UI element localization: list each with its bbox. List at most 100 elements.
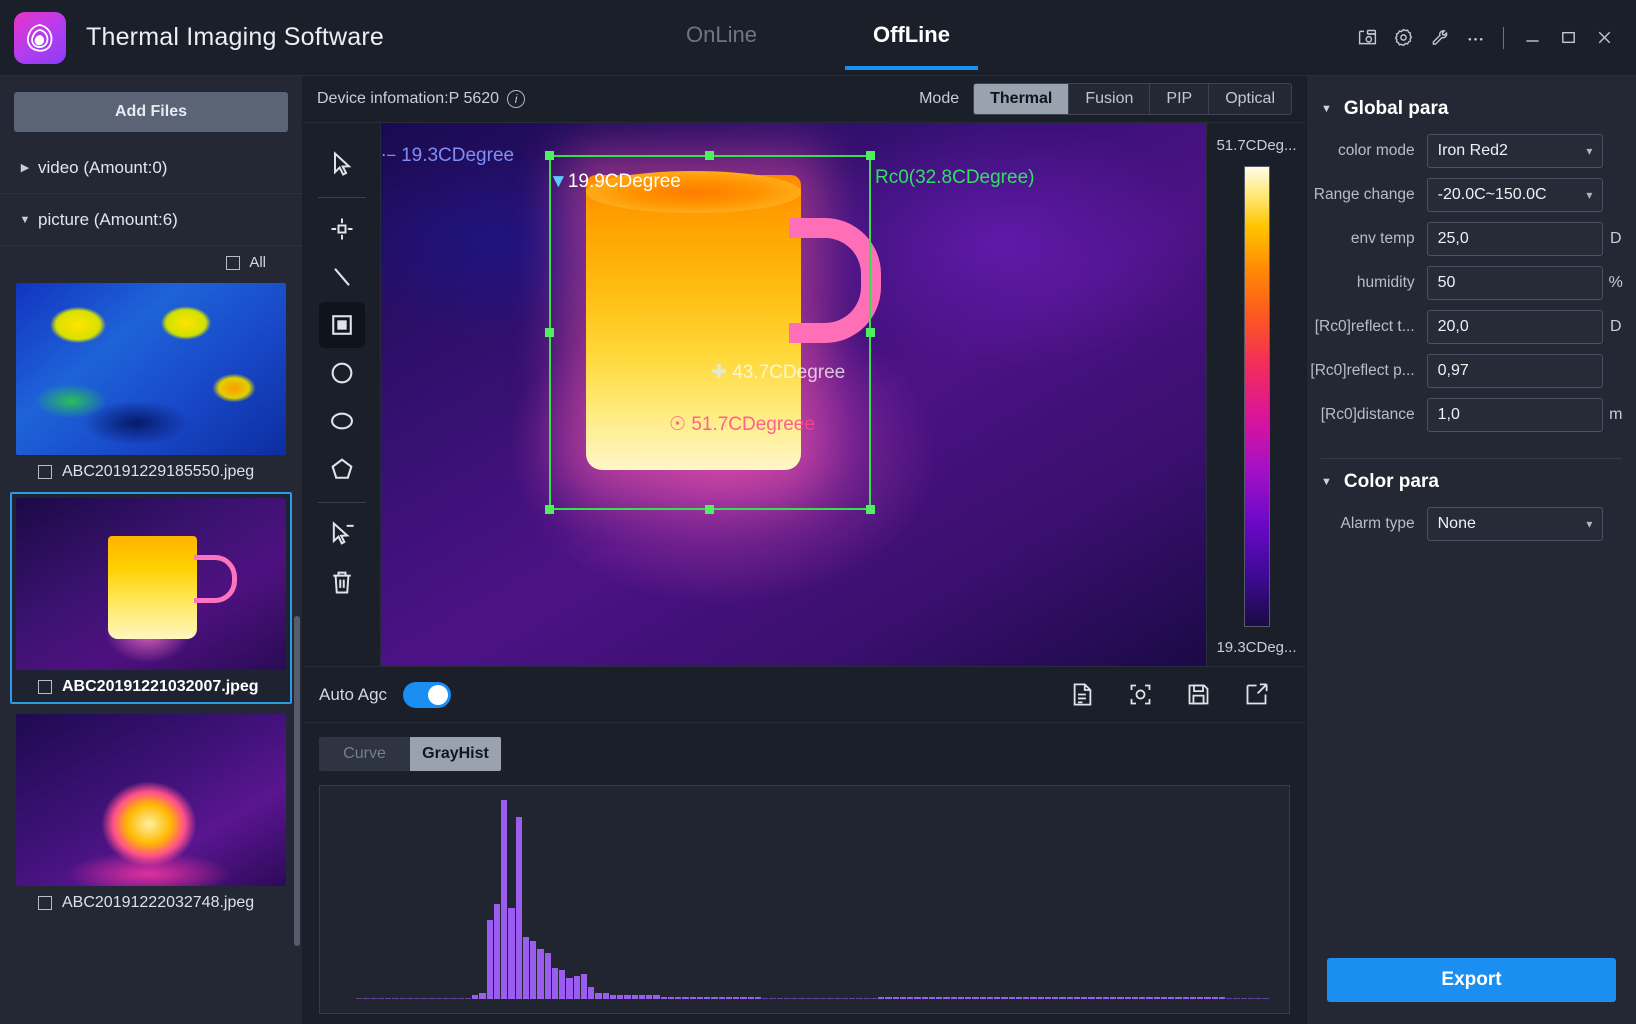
- close-button[interactable]: [1586, 18, 1622, 58]
- point-marker-tool[interactable]: [319, 206, 365, 252]
- file-checkbox[interactable]: [38, 895, 52, 910]
- histogram-bar: [667, 996, 674, 999]
- polygon-tool[interactable]: [319, 446, 365, 492]
- file-checkbox[interactable]: [38, 680, 52, 695]
- humidity-input[interactable]: 50: [1426, 266, 1604, 300]
- file-list: ABC20191229185550.jpeg ABC20191221032007…: [0, 277, 302, 1024]
- auto-agc-label: Auto Agc: [319, 684, 388, 704]
- more-icon[interactable]: [1457, 18, 1493, 58]
- file-name-row[interactable]: ABC20191229185550.jpeg: [16, 455, 286, 482]
- select-tool[interactable]: [319, 141, 365, 187]
- mode-fusion[interactable]: Fusion: [1069, 84, 1151, 114]
- color-mode-select[interactable]: Iron Red2 ▾: [1426, 134, 1604, 168]
- roi-handle[interactable]: [866, 327, 875, 337]
- file-name-row[interactable]: ABC20191221032007.jpeg: [16, 670, 286, 697]
- histogram-bar: [392, 997, 399, 999]
- roi-handle[interactable]: [705, 151, 714, 160]
- sidebar-scrollbar[interactable]: [294, 616, 300, 946]
- histogram-bar: [443, 997, 450, 999]
- range-change-select[interactable]: -20.0C~150.0C ▾: [1426, 178, 1604, 212]
- info-icon[interactable]: i: [507, 90, 526, 108]
- roi-handle[interactable]: [866, 505, 875, 514]
- histogram-bar: [1008, 996, 1015, 999]
- reflect-temp-input[interactable]: 20,0: [1426, 310, 1604, 344]
- global-para-header[interactable]: ▼ Global para: [1307, 90, 1636, 134]
- mode-pip[interactable]: PIP: [1150, 84, 1210, 114]
- field-label: [Rc0]reflect t...: [1314, 318, 1415, 335]
- select-all-checkbox[interactable]: [226, 255, 241, 270]
- thermal-image-canvas[interactable]: ⋅− 19.3CDegree ▼19.9CDegree Rc0(32.8CDeg…: [381, 123, 1206, 666]
- tree-node-picture[interactable]: ▼ picture (Amount:6): [0, 194, 302, 246]
- temperature-colorbar[interactable]: [1243, 166, 1270, 627]
- histogram-bar: [957, 996, 964, 999]
- histogram-bar: [805, 997, 812, 999]
- histogram-bar: [457, 997, 464, 999]
- auto-agc-toggle[interactable]: [403, 681, 452, 708]
- roi-handle[interactable]: [545, 151, 554, 160]
- report-icon[interactable]: [1066, 679, 1098, 711]
- file-checkbox[interactable]: [38, 465, 52, 479]
- tab-grayhist[interactable]: GrayHist: [410, 737, 501, 771]
- roi-handle[interactable]: [705, 505, 714, 514]
- color-para-header[interactable]: ▼ Color para: [1307, 463, 1636, 507]
- minimize-button[interactable]: [1514, 18, 1550, 58]
- circle-tool[interactable]: [319, 350, 365, 396]
- tab-online[interactable]: OnLine: [682, 6, 761, 70]
- analysis-focus-icon[interactable]: [1124, 679, 1156, 711]
- list-item[interactable]: ABC20191229185550.jpeg: [10, 277, 292, 488]
- list-item[interactable]: ABC20191222032748.jpeg: [10, 708, 292, 919]
- export-button[interactable]: Export: [1327, 958, 1616, 1002]
- export-share-icon[interactable]: [1240, 679, 1272, 711]
- screenshot-icon[interactable]: [1349, 18, 1385, 58]
- rectangle-tool[interactable]: [318, 302, 365, 348]
- histogram-bar: [914, 996, 921, 999]
- tab-offline[interactable]: OffLine: [844, 6, 978, 70]
- list-item[interactable]: ABC20191221032007.jpeg: [10, 492, 292, 704]
- histogram-bar: [1131, 996, 1138, 999]
- histogram-bar: [551, 967, 558, 999]
- mode-thermal[interactable]: Thermal: [974, 84, 1070, 114]
- histogram-bar: [580, 974, 587, 999]
- alarm-type-select[interactable]: None ▾: [1426, 507, 1604, 541]
- file-name-row[interactable]: ABC20191222032748.jpeg: [16, 886, 286, 913]
- thermal-imaging-app: Thermal Imaging Software OnLine OffLine: [0, 0, 1636, 1024]
- app-title: Thermal Imaging Software: [86, 23, 384, 51]
- mode-optical[interactable]: Optical: [1209, 84, 1291, 114]
- histogram-bar: [740, 996, 747, 999]
- roi-handle[interactable]: [545, 505, 554, 514]
- field-range-change: Range change -20.0C~150.0C ▾: [1307, 178, 1636, 212]
- gear-icon[interactable]: [1385, 18, 1421, 58]
- maximize-button[interactable]: [1550, 18, 1586, 58]
- histogram-bar: [943, 996, 950, 999]
- histogram-bar: [472, 994, 479, 999]
- mode-segmented-control: Thermal Fusion PIP Optical: [973, 83, 1292, 115]
- histogram-bar: [501, 800, 508, 999]
- tab-curve[interactable]: Curve: [319, 737, 410, 771]
- wrench-icon[interactable]: [1421, 18, 1457, 58]
- roi-handle[interactable]: [866, 151, 875, 160]
- select-all-row[interactable]: All: [0, 246, 302, 277]
- env-temp-input[interactable]: 25,0: [1426, 222, 1604, 256]
- histogram-bar: [370, 997, 377, 999]
- histogram-bar: [1088, 996, 1095, 999]
- field-label: color mode: [1337, 142, 1415, 159]
- histogram-bar: [1240, 997, 1247, 999]
- tree-node-video[interactable]: ▶ video (Amount:0): [0, 142, 302, 194]
- field-reflect-temp: [Rc0]reflect t... 20,0 D: [1307, 310, 1636, 344]
- deselect-tool[interactable]: [319, 511, 365, 557]
- line-tool[interactable]: [319, 254, 365, 300]
- histogram-bar: [479, 992, 486, 999]
- histogram-bar: [377, 997, 384, 999]
- histogram-bar: [421, 997, 428, 999]
- roi-handle[interactable]: [545, 327, 554, 337]
- trash-tool[interactable]: [319, 559, 365, 605]
- reflect-param-input[interactable]: 0,97: [1426, 354, 1604, 388]
- distance-input[interactable]: 1,0: [1426, 398, 1604, 432]
- roi-rectangle[interactable]: [545, 151, 875, 514]
- toolbar-divider: [317, 197, 366, 198]
- ellipse-tool[interactable]: [319, 398, 365, 444]
- histogram-bar: [609, 994, 616, 999]
- save-icon[interactable]: [1182, 679, 1214, 711]
- add-files-button[interactable]: Add Files: [14, 92, 288, 132]
- histogram-bar: [1102, 996, 1109, 999]
